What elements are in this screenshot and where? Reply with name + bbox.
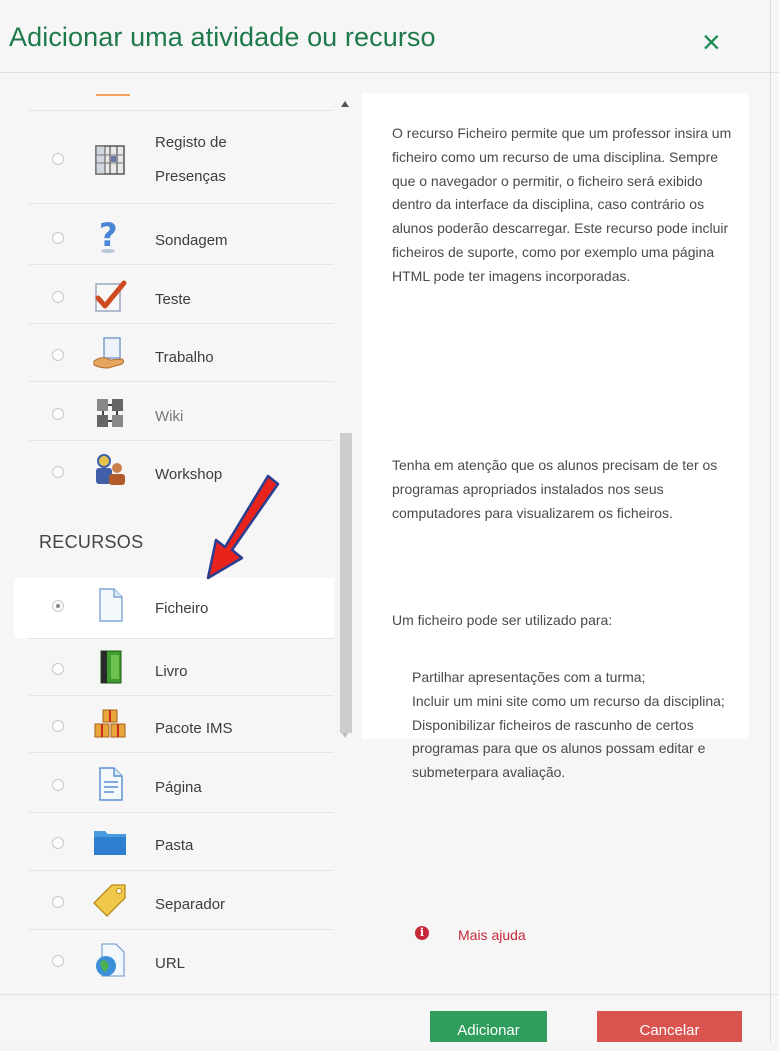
option-pacote-ims[interactable]: Pacote IMS xyxy=(14,700,334,740)
scrollbar-thumb[interactable] xyxy=(340,433,352,733)
option-label: Presenças xyxy=(155,168,226,185)
radio-separador[interactable] xyxy=(52,896,64,908)
help-list-item: Incluir um mini site como um recurso da … xyxy=(412,692,725,709)
add-activity-dialog: Adicionar uma atividade ou recurso × Reg… xyxy=(0,0,779,1042)
option-pagina[interactable]: Página xyxy=(14,758,334,814)
ims-package-icon xyxy=(94,709,126,738)
divider xyxy=(29,203,334,204)
divider xyxy=(29,638,334,639)
dialog-title: Adicionar uma atividade ou recurso xyxy=(9,22,436,52)
radio-pagina[interactable] xyxy=(52,779,64,791)
file-icon xyxy=(99,588,123,622)
option-trabalho[interactable]: Trabalho xyxy=(14,329,334,385)
option-livro[interactable]: Livro xyxy=(14,643,334,699)
tag-icon xyxy=(93,884,126,917)
option-attendance[interactable]: Registo de Presenças xyxy=(14,118,334,208)
more-help-link[interactable]: Mais ajuda xyxy=(458,926,526,944)
cancel-button[interactable]: Cancelar xyxy=(597,1011,742,1042)
radio-pasta[interactable] xyxy=(52,837,64,849)
option-label: Registo de xyxy=(155,134,227,151)
partial-icon xyxy=(96,94,130,96)
radio-teste[interactable] xyxy=(52,291,64,303)
scroll-down-arrow-icon[interactable] xyxy=(342,733,348,738)
radio-workshop[interactable] xyxy=(52,466,64,478)
option-label: URL xyxy=(155,955,186,972)
divider xyxy=(29,264,334,265)
option-label: Trabalho xyxy=(155,349,214,366)
wiki-icon xyxy=(97,399,123,427)
radio-pacote-ims[interactable] xyxy=(52,720,64,732)
option-label: Separador xyxy=(155,896,226,913)
folder-icon xyxy=(94,831,126,855)
divider xyxy=(29,929,334,930)
option-label: Pacote IMS xyxy=(155,720,233,737)
radio-wiki[interactable] xyxy=(52,408,64,420)
url-globe-icon xyxy=(96,943,125,977)
divider xyxy=(29,440,334,441)
option-teste[interactable]: Teste xyxy=(14,270,334,326)
checkmark-quiz-icon xyxy=(95,280,127,312)
radio-trabalho[interactable] xyxy=(52,349,64,361)
option-pasta[interactable]: Pasta xyxy=(14,817,334,873)
question-mark-icon: ? xyxy=(99,218,118,254)
dialog-edge xyxy=(770,0,771,1042)
divider xyxy=(29,110,334,111)
divider xyxy=(29,752,334,753)
red-arrow-annotation-icon xyxy=(206,474,280,580)
dialog-header: Adicionar uma atividade ou recurso × xyxy=(0,0,779,72)
radio-attendance[interactable] xyxy=(52,153,64,165)
help-paragraph-2: Tenha em atenção que os alunos precisam … xyxy=(392,457,718,521)
svg-text:?: ? xyxy=(99,218,118,254)
option-wiki[interactable]: Wiki xyxy=(14,387,334,443)
option-label: Página xyxy=(155,779,202,796)
option-label: Livro xyxy=(155,663,188,680)
divider xyxy=(29,812,334,813)
option-label: Ficheiro xyxy=(155,600,209,617)
help-paragraph-3: Um ficheiro pode ser utilizado para: xyxy=(392,612,613,628)
option-separador[interactable]: Separador xyxy=(14,876,334,932)
help-paragraph-1: O recurso Ficheiro permite que um profes… xyxy=(392,125,732,284)
page-icon xyxy=(99,767,123,801)
add-button[interactable]: Adicionar xyxy=(430,1011,547,1042)
divider xyxy=(29,381,334,382)
option-label: Wiki xyxy=(155,408,184,425)
option-label: Teste xyxy=(155,291,191,308)
attendance-register-icon xyxy=(95,145,125,175)
option-url[interactable]: URL xyxy=(14,934,334,990)
option-label: Sondagem xyxy=(155,232,228,249)
footer-divider xyxy=(0,994,779,995)
resources-heading: RECURSOS xyxy=(39,532,144,552)
help-list-item: Disponibilizar ficheiros de rascunho de … xyxy=(412,716,706,781)
radio-sondagem[interactable] xyxy=(52,232,64,244)
divider xyxy=(29,695,334,696)
workshop-people-icon xyxy=(96,454,125,485)
info-icon: i xyxy=(415,926,429,940)
book-icon xyxy=(100,650,122,684)
close-icon[interactable]: × xyxy=(702,26,721,58)
radio-livro[interactable] xyxy=(52,663,64,675)
option-workshop[interactable]: Workshop xyxy=(14,446,334,502)
radio-ficheiro[interactable] xyxy=(52,600,64,612)
radio-url[interactable] xyxy=(52,955,64,967)
option-label: Pasta xyxy=(155,837,194,854)
hand-document-icon xyxy=(93,337,124,369)
option-ficheiro[interactable]: Ficheiro xyxy=(14,580,334,636)
help-list-item: Partilhar apresentações com a turma; xyxy=(412,669,646,685)
divider xyxy=(29,323,334,324)
help-usage-list: Partilhar apresentações com a turma; Inc… xyxy=(412,666,742,785)
header-divider xyxy=(0,72,779,73)
divider xyxy=(29,870,334,871)
option-sondagem[interactable]: ? Sondagem xyxy=(14,212,334,268)
scroll-up-arrow-icon[interactable] xyxy=(341,101,349,107)
module-chooser-list: Registo de Presenças ? Sondagem Teste Tr… xyxy=(14,80,354,740)
